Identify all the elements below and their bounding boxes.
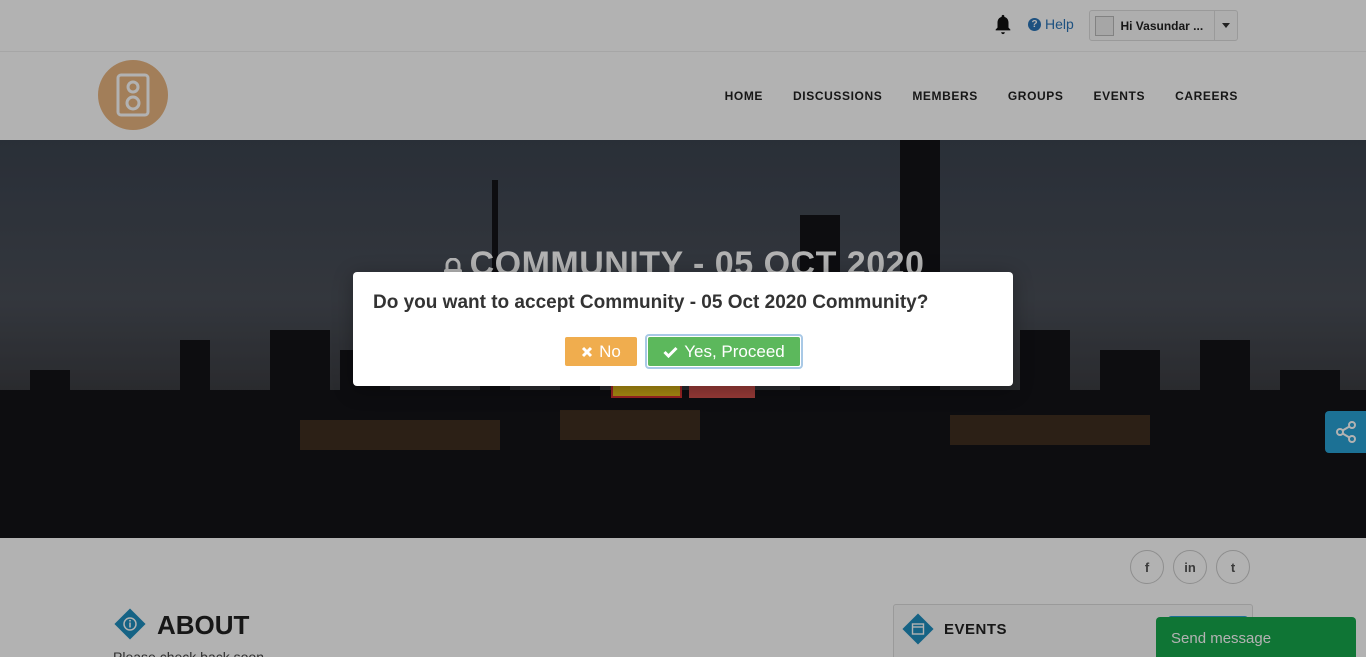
yes-proceed-button[interactable]: Yes, Proceed — [648, 337, 800, 366]
close-icon — [582, 346, 593, 357]
confirm-dialog: Do you want to accept Community - 05 Oct… — [353, 272, 1013, 386]
no-button-label: No — [599, 341, 621, 361]
yes-button-label: Yes, Proceed — [684, 341, 785, 361]
yes-proceed-button-focus-ring: Yes, Proceed — [645, 334, 803, 369]
dialog-question: Do you want to accept Community - 05 Oct… — [373, 292, 929, 313]
no-button[interactable]: No — [565, 337, 637, 366]
check-icon — [663, 346, 678, 358]
